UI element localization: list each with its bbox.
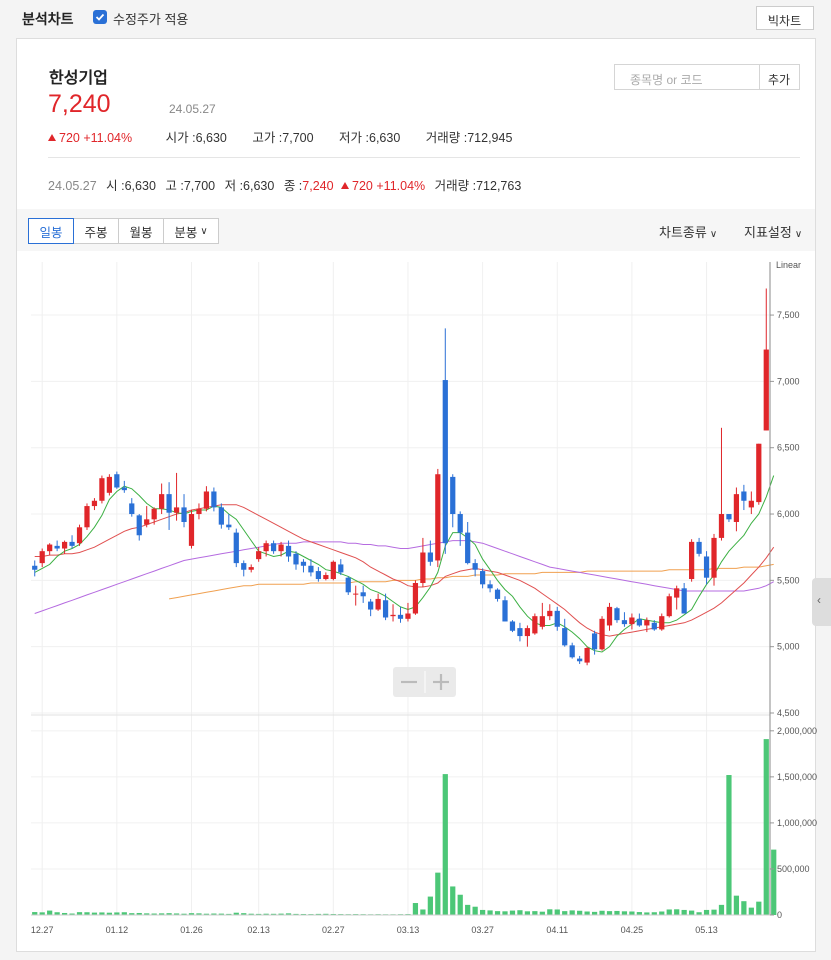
indicator-dropdown[interactable]: 지표설정 ∨ bbox=[744, 222, 802, 241]
up-triangle-icon bbox=[341, 182, 350, 189]
chart-type-label: 차트종류 bbox=[659, 225, 707, 240]
volume-value: 712,945 bbox=[467, 131, 513, 145]
price-summary-row: 720 +11.04% 시가 :6,630 고가 :7,700 저가 :6,63… bbox=[48, 127, 512, 146]
up-triangle-icon bbox=[48, 134, 56, 141]
search-placeholder: 종목명 or 코드 bbox=[630, 73, 703, 87]
ohlc-close-label: 종 : bbox=[283, 179, 303, 193]
big-chart-button[interactable]: 빅차트 › bbox=[756, 6, 814, 30]
tab-daily[interactable]: 일봉 bbox=[28, 218, 74, 244]
ohlc-change: 720 +11.04% bbox=[341, 179, 425, 193]
chevron-right-icon: › bbox=[768, 12, 772, 24]
stock-name: 한성기업 bbox=[49, 70, 108, 87]
ohlc-low-label: 저 : bbox=[224, 179, 244, 193]
top-bar: 분석차트 수정주가 적용 빅차트 › bbox=[0, 0, 831, 36]
tab-daily-label: 일봉 bbox=[39, 225, 63, 240]
chevron-down-icon: ∨ bbox=[794, 229, 803, 240]
ohlc-open-label: 시 : bbox=[106, 179, 125, 193]
chart-type-dropdown[interactable]: 차트종류 ∨ bbox=[659, 222, 717, 241]
high-label: 고가 : bbox=[252, 131, 283, 145]
low-value: 6,630 bbox=[369, 131, 401, 145]
volume-label: 거래량 : bbox=[425, 131, 468, 145]
open-value: 6,630 bbox=[195, 131, 227, 145]
side-panel-toggle[interactable]: ‹ bbox=[812, 578, 831, 626]
ohlc-volume-label: 거래량 : bbox=[434, 179, 477, 193]
ohlc-low: 6,630 bbox=[243, 179, 275, 193]
change-value: 720 +11.04% bbox=[48, 131, 132, 145]
ohlc-open: 6,630 bbox=[124, 179, 156, 193]
ohlc-change-percent: +11.04% bbox=[376, 179, 426, 193]
tab-weekly-label: 주봉 bbox=[84, 225, 108, 240]
zoom-in-button[interactable] bbox=[428, 670, 452, 694]
tab-monthly-label: 월봉 bbox=[129, 225, 153, 240]
change-percent: +11.04% bbox=[83, 131, 133, 145]
checkmark-icon bbox=[95, 13, 105, 21]
ohlc-change-amount: 720 bbox=[352, 179, 373, 193]
zoom-out-button[interactable] bbox=[400, 670, 424, 694]
low-label: 저가 : bbox=[339, 131, 369, 145]
ohlc-high: 7,700 bbox=[183, 179, 216, 193]
search-input[interactable]: 종목명 or 코드 bbox=[614, 64, 760, 90]
chevron-down-icon: ∨ bbox=[709, 229, 718, 240]
add-button-label: 추가 bbox=[768, 73, 791, 87]
chevron-left-icon: ‹ bbox=[817, 593, 821, 607]
chevron-down-icon: ∨ bbox=[200, 225, 208, 237]
page-title: 분석차트 bbox=[22, 11, 74, 27]
ohlc-high-label: 고 : bbox=[165, 179, 184, 193]
period-tabs: 일봉 주봉 월봉 분봉 ∨ bbox=[28, 218, 219, 244]
ohlc-close: 7,240 bbox=[302, 179, 334, 193]
ohlc-date: 24.05.27 bbox=[48, 179, 97, 193]
ohlc-row: 24.05.27 시 :6,630 고 :7,700 저 :6,630 종 :7… bbox=[48, 175, 521, 194]
current-price: 7,240 bbox=[48, 90, 111, 118]
tab-weekly[interactable]: 주봉 bbox=[73, 218, 119, 244]
add-button[interactable]: 추가 bbox=[760, 64, 800, 90]
high-value: 7,700 bbox=[282, 131, 314, 145]
price-date: 24.05.27 bbox=[169, 102, 216, 116]
tab-minute[interactable]: 분봉 ∨ bbox=[163, 218, 219, 244]
tab-monthly[interactable]: 월봉 bbox=[118, 218, 164, 244]
change-amount: 720 bbox=[59, 131, 80, 145]
tab-minute-label: 분봉 bbox=[174, 225, 198, 240]
divider bbox=[48, 157, 800, 158]
adjusted-price-checkbox[interactable] bbox=[93, 10, 107, 24]
open-label: 시가 : bbox=[165, 131, 196, 145]
adjusted-price-label[interactable]: 수정주가 적용 bbox=[113, 9, 188, 28]
indicator-label: 지표설정 bbox=[744, 225, 792, 240]
ohlc-volume: 712,763 bbox=[476, 179, 522, 193]
